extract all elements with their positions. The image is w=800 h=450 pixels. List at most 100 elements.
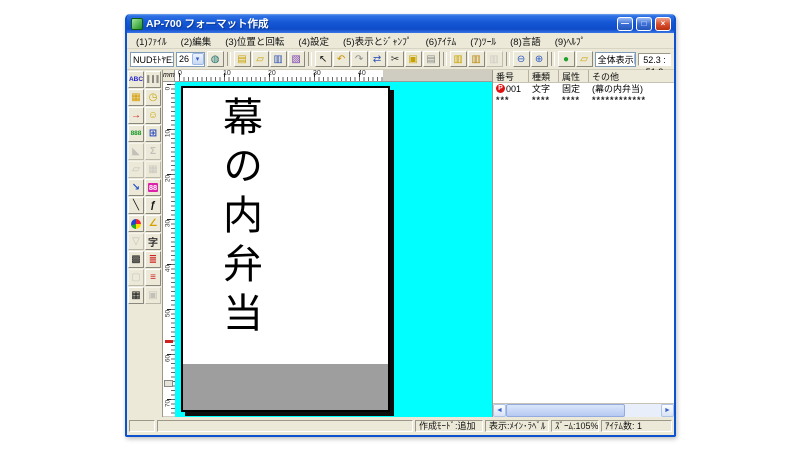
numbered-list-tool-icon[interactable]: ≡ [145,269,161,286]
status-segment: 作成ﾓｰﾄﾞ:追加 [415,420,483,432]
redo-icon[interactable]: ↷ [350,51,368,67]
text-tool-icon[interactable]: ABC [128,71,144,88]
scroll-right-icon[interactable]: ► [661,404,674,417]
select-cursor-icon[interactable]: ↖ [314,51,332,67]
stack-tool-icon: ▣ [148,290,158,301]
hanger-tool-icon[interactable]: ▽ [128,233,144,250]
chevron-down-icon[interactable]: ▾ [633,53,636,65]
lamp-icon[interactable]: ● [557,51,575,67]
new-file-icon[interactable]: ▤ [233,51,251,67]
zoom-in-icon[interactable]: ⊕ [530,51,548,67]
menu-item[interactable]: (2)編集 [174,33,219,49]
ruler-tick-label: 70 [164,399,172,408]
calculator-tool-icon[interactable]: ⊞ [145,125,161,142]
barcode-tool-icon[interactable]: ║║║ [145,71,161,88]
move-item-tool-icon[interactable]: ↘ [128,179,144,196]
menu-item[interactable]: (7)ﾂｰﾙ [463,33,503,49]
digits-tool-icon[interactable]: 88 [145,179,161,196]
line-tool-icon[interactable]: ╲ [128,197,144,214]
ruler-slider [164,380,173,387]
table-tool-icon[interactable]: ▦ [128,89,144,106]
font-select[interactable]: NUDﾓﾄﾔEX明朝 ▾ [130,51,175,67]
menu-item[interactable]: (4)設定 [291,33,336,49]
copy-icon: ▣ [408,53,418,65]
label-band[interactable] [183,364,388,410]
font-size-select[interactable]: 26 ▾ [176,51,205,67]
close-button[interactable]: × [655,16,671,31]
grid-tool-icon[interactable]: ▦ [145,161,161,178]
view-mode-select[interactable]: 全体表示 ▾ [594,51,637,67]
import-icon: ▧ [291,53,301,65]
doc-list-icon: ▥ [471,53,481,65]
title-bar[interactable]: AP-700 フォーマット作成 — □ × [127,14,674,33]
sum-tool-icon: Σ [149,146,156,157]
menu-item[interactable]: (3)位置と回転 [218,33,291,49]
jump-arrow-tool-icon[interactable]: → [128,107,144,124]
item-row[interactable]: *** **** **** ************ [493,94,674,105]
move-item-tool-icon: ↘ [131,182,141,193]
label-sheet[interactable]: 幕の内弁当 [181,86,390,412]
angle-tool-icon[interactable]: ∠ [145,215,161,232]
screen: AP-700 フォーマット作成 — □ × (1)ﾌｧｲﾙ (2)編集 (3)位置と… [0,0,800,450]
label-text-item[interactable]: 幕の内弁当 [217,96,262,341]
copy-icon[interactable]: ▣ [404,51,422,67]
line-tool-icon: ╲ [132,200,140,211]
reorder-icon[interactable]: ⇄ [368,51,386,67]
doc-list-icon[interactable]: ▥ [467,51,485,67]
menu-item[interactable]: (8)言語 [503,33,548,49]
ruler-unit-label: mm [163,70,175,82]
item-other-cell: (幕の内弁当) [592,84,643,94]
paste-icon[interactable]: ▤ [422,51,440,67]
open-folder-icon[interactable]: ▱ [251,51,269,67]
scrollbar-thumb[interactable] [506,404,626,417]
layers-tool-icon[interactable]: ▱ [128,161,144,178]
undo-icon[interactable]: ↶ [332,51,350,67]
menu-item[interactable]: (9)ﾍﾙﾌﾟ [548,33,593,49]
scrollbar-track[interactable] [625,404,661,417]
sum-tool-icon[interactable]: Σ [145,143,161,160]
save-file-icon[interactable]: ▥ [269,51,287,67]
doc-disabled-icon: ▥ [489,53,499,65]
item-row[interactable]: P 001 文字 固定 (幕の内弁当) [493,83,674,94]
open-format-icon[interactable]: ▱ [575,51,593,67]
formula-tool-icon[interactable]: ƒ [145,197,161,214]
chevron-down-icon[interactable]: ▾ [191,53,204,65]
minimize-button[interactable]: — [617,16,633,31]
ruler-tick-label: 60 [164,354,172,363]
horizontal-scrollbar[interactable]: ◄ ► [493,403,674,417]
datamatrix-tool-icon[interactable]: ▦ [128,287,144,304]
maximize-button[interactable]: □ [636,16,652,31]
column-header: その他 [592,72,620,82]
ruler-tick-label: 20 [268,70,276,77]
app-icon [131,17,143,30]
cut-icon[interactable]: ✂ [386,51,404,67]
jump-arrow-tool-icon: → [131,110,141,121]
menu-item[interactable]: (1)ﾌｧｲﾙ [129,33,174,49]
status-bar: 作成ﾓｰﾄﾞ:追加 表示:ﾒｲﾝ･ﾗﾍﾞﾙ ｽﾞｰﾑ:105% ｱｲﾃﾑ数: 1 [127,417,674,435]
doc-settings-icon[interactable]: ▥ [449,51,467,67]
triangle-tool-icon[interactable]: ◣ [128,143,144,160]
design-canvas[interactable]: 幕の内弁当 [175,82,492,417]
clock-tool-icon[interactable]: ◷ [145,89,161,106]
counter-tool-icon[interactable]: 888 [128,125,144,142]
bracket-list-tool-icon[interactable]: ≣ [145,251,161,268]
dashed-box-tool-icon[interactable]: ▢ [128,269,144,286]
item-number-cell: *** [496,94,510,105]
clock-tool-icon: ◷ [148,92,158,103]
ruler-tick-label: 40 [358,70,366,77]
kanji-text-tool-icon[interactable]: 字 [145,233,161,250]
zoom-out-icon[interactable]: ⊖ [512,51,530,67]
status-segment [157,420,413,432]
import-icon[interactable]: ▧ [287,51,305,67]
status-segment: 表示:ﾒｲﾝ･ﾗﾍﾞﾙ [485,420,549,432]
stack-tool-icon[interactable]: ▣ [145,287,161,304]
language-globe-icon[interactable]: ◍ [206,51,224,67]
scroll-left-icon[interactable]: ◄ [493,404,506,417]
doc-disabled-icon[interactable]: ▥ [485,51,503,67]
face-tool-icon[interactable]: ☺ [145,107,161,124]
qr-code-tool-icon[interactable]: ▩ [128,251,144,268]
lamp-icon: ● [563,53,570,65]
menu-item[interactable]: (6)ｱｲﾃﾑ [419,33,464,49]
menu-item[interactable]: (5)表示とｼﾞｬﾝﾌﾟ [336,33,419,49]
pie-chart-tool-icon[interactable] [128,215,144,232]
